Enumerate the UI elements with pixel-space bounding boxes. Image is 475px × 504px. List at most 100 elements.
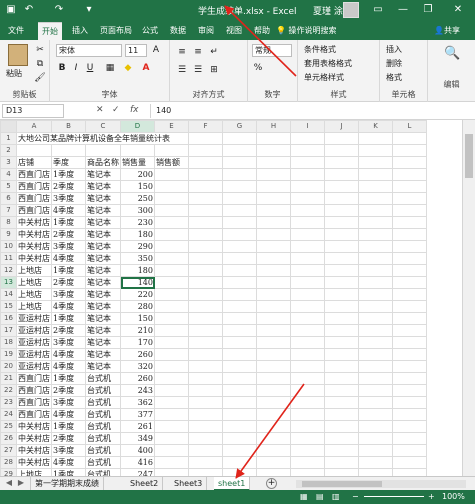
align-center-icon[interactable]: ☰ bbox=[192, 64, 204, 76]
cell[interactable] bbox=[188, 204, 223, 217]
cell[interactable] bbox=[154, 228, 189, 241]
cell[interactable] bbox=[324, 372, 359, 385]
cell[interactable] bbox=[256, 180, 291, 193]
cell[interactable] bbox=[290, 348, 325, 361]
cell[interactable] bbox=[392, 204, 427, 217]
cell[interactable]: 笔记本 bbox=[85, 252, 121, 265]
customize-quick-access-icon[interactable]: ▾ bbox=[82, 3, 96, 17]
format-button[interactable]: 格式 bbox=[386, 72, 402, 83]
cell[interactable] bbox=[392, 348, 427, 361]
row-header[interactable]: 25 bbox=[0, 420, 17, 433]
column-header[interactable]: E bbox=[154, 120, 189, 133]
cell[interactable]: 1季度 bbox=[51, 372, 86, 385]
avatar[interactable] bbox=[343, 2, 359, 18]
cell[interactable]: 笔记本 bbox=[85, 348, 121, 361]
cell[interactable] bbox=[222, 432, 257, 445]
cell[interactable] bbox=[290, 144, 325, 157]
cell[interactable]: 台式机 bbox=[85, 408, 121, 421]
cell[interactable] bbox=[188, 276, 223, 289]
cell[interactable] bbox=[324, 192, 359, 205]
sheet-tab-1[interactable]: 第一学期期末成绩 bbox=[30, 477, 104, 491]
cell[interactable] bbox=[222, 396, 257, 409]
row-header[interactable]: 29 bbox=[0, 468, 17, 476]
cell[interactable] bbox=[188, 396, 223, 409]
cell[interactable] bbox=[324, 168, 359, 181]
cell[interactable]: 150 bbox=[120, 312, 155, 325]
cell[interactable]: 笔记本 bbox=[85, 192, 121, 205]
cell[interactable] bbox=[222, 456, 257, 469]
column-header[interactable]: F bbox=[188, 120, 223, 133]
vertical-scrollbar[interactable] bbox=[462, 120, 475, 476]
cell[interactable]: 4季度 bbox=[51, 408, 86, 421]
cell[interactable]: 3季度 bbox=[51, 396, 86, 409]
cell[interactable]: 西直门店 bbox=[16, 180, 52, 193]
cell[interactable]: 2季度 bbox=[51, 432, 86, 445]
cell[interactable] bbox=[188, 348, 223, 361]
row-header[interactable]: 10 bbox=[0, 240, 17, 253]
cell[interactable]: 台式机 bbox=[85, 468, 121, 476]
column-header[interactable]: D bbox=[120, 120, 155, 133]
tab-insert[interactable]: 插入 bbox=[72, 25, 88, 36]
cell[interactable]: 140 bbox=[120, 276, 155, 289]
cell[interactable] bbox=[256, 444, 291, 457]
cell[interactable] bbox=[154, 204, 189, 217]
cell[interactable]: 170 bbox=[120, 336, 155, 349]
cell[interactable]: 中关村店 bbox=[16, 444, 52, 457]
cell[interactable]: 台式机 bbox=[85, 396, 121, 409]
formula-input[interactable]: 140 bbox=[150, 104, 468, 118]
cell[interactable]: 2季度 bbox=[51, 384, 86, 397]
cell[interactable] bbox=[222, 144, 257, 157]
cell[interactable] bbox=[256, 396, 291, 409]
cell[interactable]: 销售量 bbox=[120, 156, 155, 169]
ribbon-display-icon[interactable]: ▭ bbox=[370, 2, 386, 18]
cell[interactable] bbox=[392, 264, 427, 277]
add-sheet-icon[interactable]: + bbox=[266, 478, 277, 489]
cell[interactable] bbox=[324, 348, 359, 361]
cell[interactable]: 4季度 bbox=[51, 456, 86, 469]
percent-icon[interactable]: % bbox=[252, 62, 264, 74]
cell[interactable] bbox=[222, 156, 257, 169]
cell[interactable] bbox=[188, 156, 223, 169]
cell[interactable] bbox=[256, 312, 291, 325]
align-top-icon[interactable]: ≡ bbox=[176, 46, 188, 58]
cell[interactable] bbox=[256, 156, 291, 169]
cell[interactable]: 243 bbox=[120, 384, 155, 397]
cell[interactable] bbox=[324, 252, 359, 265]
cell[interactable]: 1季度 bbox=[51, 216, 86, 229]
cell[interactable]: 1季度 bbox=[51, 312, 86, 325]
cell[interactable]: 3季度 bbox=[51, 444, 86, 457]
cell[interactable] bbox=[188, 252, 223, 265]
tab-home[interactable]: 开始 bbox=[38, 22, 62, 40]
cell[interactable] bbox=[154, 144, 189, 157]
cell[interactable] bbox=[324, 300, 359, 313]
cell[interactable] bbox=[222, 276, 257, 289]
cell[interactable] bbox=[154, 336, 189, 349]
cell[interactable]: 上地店 bbox=[16, 300, 52, 313]
cell[interactable] bbox=[324, 180, 359, 193]
cell[interactable]: 笔记本 bbox=[85, 168, 121, 181]
row-header[interactable]: 26 bbox=[0, 432, 17, 445]
cell[interactable]: 台式机 bbox=[85, 372, 121, 385]
cell[interactable]: 台式机 bbox=[85, 444, 121, 457]
tab-review[interactable]: 审阅 bbox=[198, 25, 214, 36]
paste-icon[interactable] bbox=[8, 44, 28, 66]
cell[interactable]: 台式机 bbox=[85, 420, 121, 433]
cell[interactable] bbox=[188, 168, 223, 181]
cell[interactable] bbox=[188, 324, 223, 337]
cell[interactable] bbox=[188, 228, 223, 241]
cell[interactable]: 4季度 bbox=[51, 252, 86, 265]
delete-button[interactable]: 删除 bbox=[386, 58, 402, 69]
cell[interactable] bbox=[188, 432, 223, 445]
cell[interactable] bbox=[188, 420, 223, 433]
paste-label[interactable]: 粘贴 bbox=[6, 68, 22, 79]
copy-icon[interactable]: ⧉ bbox=[34, 58, 46, 70]
cell[interactable]: 西直门店 bbox=[16, 384, 52, 397]
cell[interactable] bbox=[290, 420, 325, 433]
cell[interactable] bbox=[222, 240, 257, 253]
column-header[interactable]: K bbox=[358, 120, 393, 133]
cell[interactable] bbox=[392, 180, 427, 193]
cell[interactable]: 4季度 bbox=[51, 300, 86, 313]
cell[interactable] bbox=[324, 132, 359, 145]
cell[interactable] bbox=[324, 204, 359, 217]
row-header[interactable]: 3 bbox=[0, 156, 17, 169]
